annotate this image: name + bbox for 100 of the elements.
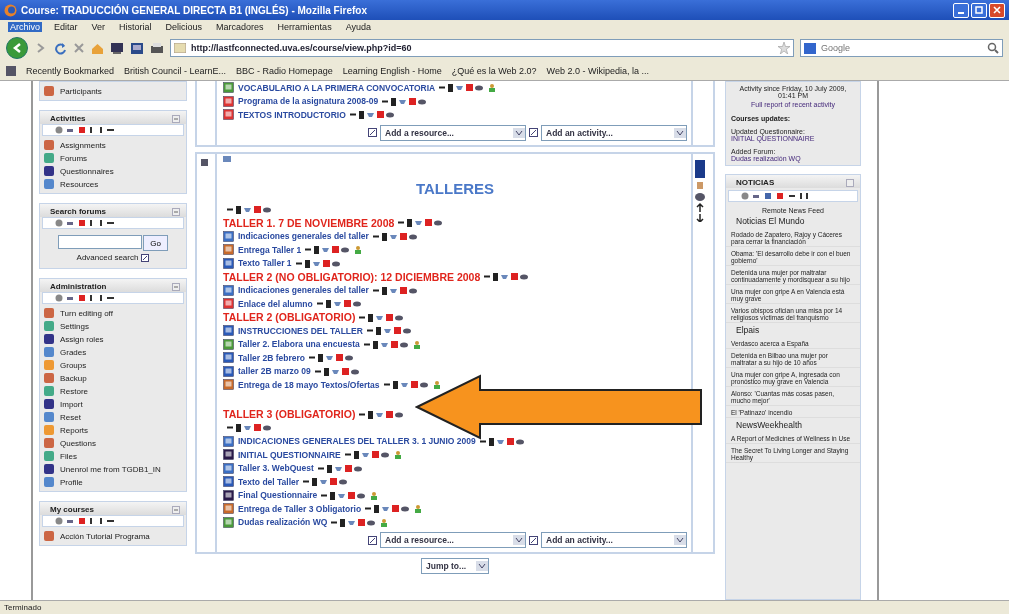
activity-icon: [223, 109, 234, 121]
activity-link[interactable]: Texto Taller 1: [238, 258, 292, 269]
activity-link[interactable]: Taller 2. Elabora una encuesta: [238, 339, 360, 350]
help-icon[interactable]: [368, 128, 377, 137]
activity-link[interactable]: Indicaciones generales del taller: [238, 285, 369, 296]
sidebar-link[interactable]: Assignments: [60, 140, 106, 150]
menu-item[interactable]: Herramientas: [275, 22, 334, 32]
sidebar-link[interactable]: Grades: [60, 347, 87, 357]
sidebar-link[interactable]: Acción Tutorial Programa: [60, 531, 150, 541]
editing-icons-drawing[interactable]: [741, 192, 811, 200]
editing-icons-drawing[interactable]: [55, 294, 115, 302]
add-resource-dropdown[interactable]: Add a resource...: [380, 532, 526, 548]
activity-link[interactable]: Entrega de Taller 3 Obligatorio: [238, 503, 362, 514]
help-icon[interactable]: [529, 128, 538, 137]
activity-link[interactable]: Entrega de 18 mayo Textos/Ofertas: [238, 379, 380, 390]
sidebar-link[interactable]: Restore: [60, 386, 88, 396]
activity-link[interactable]: INSTRUCCIONES DEL TALLER: [238, 325, 363, 336]
sidebar-link[interactable]: Questions: [60, 438, 97, 448]
activity-link[interactable]: Final Questionnaire: [238, 490, 318, 501]
sidebar-link[interactable]: Reports: [60, 425, 88, 435]
add-activity-dropdown[interactable]: Add an activity...: [541, 532, 687, 548]
minimize-button[interactable]: [953, 2, 969, 18]
go-button[interactable]: Go: [143, 235, 168, 251]
bookmark-link[interactable]: Web 2.0 - Wikipedia, la ...: [546, 66, 649, 76]
screen-icon[interactable]: [110, 41, 124, 55]
menu-item[interactable]: Editar: [52, 22, 80, 32]
search-bar[interactable]: Google: [800, 39, 1003, 57]
menu-item[interactable]: Archivo: [8, 22, 42, 32]
address-field[interactable]: http://lastfconnected.uva.es/course/view.php?id=60: [189, 42, 775, 54]
activity-link[interactable]: Texto del Taller: [238, 476, 300, 487]
activity-link[interactable]: INDICACIONES GENERALES DEL TALLER 3. 1 JUNIO 2009: [238, 436, 476, 447]
editing-icons-drawing[interactable]: [55, 126, 115, 134]
sidebar-link[interactable]: Questionnaires: [60, 166, 114, 176]
sidebar-link[interactable]: Reset: [60, 412, 81, 422]
help-icon[interactable]: [141, 253, 150, 262]
activity-link[interactable]: Taller 2B febrero: [238, 352, 305, 363]
activity-icon: [223, 82, 234, 94]
help-icon[interactable]: [368, 535, 377, 545]
editing-icons-drawing[interactable]: [365, 504, 424, 514]
add-activity-dropdown[interactable]: Add an activity...: [541, 124, 687, 141]
jump-to-dropdown[interactable]: Jump to...: [421, 558, 489, 574]
search-input[interactable]: [58, 235, 143, 249]
activity-link[interactable]: INITIAL QUESTIONNAIRE: [238, 449, 341, 460]
editing-icons-drawing[interactable]: [55, 517, 115, 525]
star-icon[interactable]: [778, 42, 790, 54]
reload-icon[interactable]: [54, 41, 67, 55]
sidebar-link[interactable]: Settings: [60, 321, 89, 331]
menu-item[interactable]: Historial: [117, 22, 154, 32]
add-resource-dropdown[interactable]: Add a resource...: [380, 124, 526, 141]
search-icon[interactable]: [987, 42, 999, 54]
back-button[interactable]: [6, 37, 28, 59]
editing-icons-drawing[interactable]: [331, 517, 390, 527]
help-icon[interactable]: [529, 535, 538, 545]
activity-link[interactable]: Taller 3. WebQuest: [238, 463, 314, 474]
menu-item[interactable]: Delicious: [163, 22, 205, 32]
sidebar-link[interactable]: Files: [60, 451, 77, 461]
bookmark-link[interactable]: ¿Qué es la Web 2.0?: [451, 66, 537, 76]
sidebar-link[interactable]: Groups: [60, 360, 87, 370]
editing-icons-drawing[interactable]: [344, 450, 403, 460]
activity-link[interactable]: taller 2B marzo 09: [238, 366, 311, 377]
sidebar-link[interactable]: Participants: [60, 86, 102, 96]
menu-item[interactable]: Ver: [89, 22, 108, 32]
sidebar-link[interactable]: Backup: [60, 373, 87, 383]
sidebar-link[interactable]: Resources: [60, 179, 99, 189]
sidebar-link[interactable]: Assign roles: [60, 334, 104, 344]
maximize-button[interactable]: [971, 2, 987, 18]
bookmark-link[interactable]: British Council - LearnE...: [124, 66, 227, 76]
sidebar-link[interactable]: Turn editing off: [60, 308, 113, 318]
menu-item[interactable]: Ayuda: [343, 22, 373, 32]
activity-link[interactable]: VOCABULARIO A LA PRIMERA CONVOCATORIA: [238, 82, 436, 93]
bookmark-link[interactable]: BBC - Radio Homepage: [236, 66, 333, 76]
edit-icon[interactable]: [223, 155, 231, 162]
close-button[interactable]: [989, 2, 1005, 18]
editing-icons-drawing[interactable]: [383, 380, 442, 390]
activity-link[interactable]: Entrega Taller 1: [238, 244, 302, 255]
editing-icons-drawing[interactable]: [321, 490, 380, 500]
activity-link[interactable]: Programa de la asignatura 2008-09: [238, 96, 379, 107]
sidebar-link[interactable]: Forums: [60, 153, 88, 163]
menu-item[interactable]: Marcadores: [214, 22, 266, 32]
editing-icons-drawing[interactable]: [439, 83, 498, 93]
sidebar-link[interactable]: Import: [60, 399, 83, 409]
bookmark-link[interactable]: Learning English - Home: [342, 66, 442, 76]
activity-link[interactable]: Dudas realización WQ: [238, 517, 328, 528]
advanced-search-link[interactable]: Advanced search: [76, 253, 139, 262]
activity-link[interactable]: Indicaciones generales del taller: [238, 231, 369, 242]
editing-icons-drawing[interactable]: [305, 245, 364, 255]
sidebar-link[interactable]: Profile: [60, 477, 83, 487]
section-tools-drawing[interactable]: [695, 159, 705, 222]
editing-icons-drawing[interactable]: [363, 339, 422, 349]
sidebar-link[interactable]: Unenrol me from TGDB1_IN: [60, 464, 161, 474]
activity-link[interactable]: TEXTOS INTRODUCTORIO: [238, 109, 346, 120]
marker-icon[interactable]: [201, 158, 208, 166]
activity-link[interactable]: Enlace del alumno: [238, 298, 313, 309]
printer-icon[interactable]: [150, 41, 164, 55]
address-bar[interactable]: http://lastfconnected.uva.es/course/view.php?id=60: [170, 39, 794, 57]
activity-icon: [223, 503, 234, 515]
editing-icons-drawing[interactable]: [55, 219, 115, 227]
window-title: Course: TRADUCCIÓN GENERAL DIRECTA B1 (INGLÉS) - Mozilla Firefox: [21, 4, 368, 16]
screen-icon[interactable]: [130, 41, 144, 55]
bookmark-link[interactable]: Recently Bookmarked: [26, 66, 115, 76]
